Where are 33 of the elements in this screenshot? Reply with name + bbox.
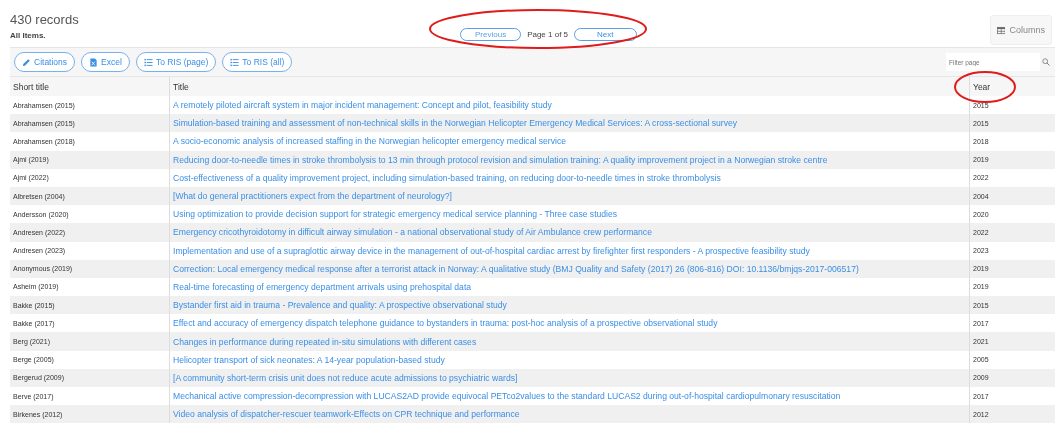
search-icon [1042, 58, 1050, 66]
title-link[interactable]: Correction: Local emergency medical response after a terrorist attack in Norway: A qualitative study (BMJ Quality and Safety (2017) 26 (806-816) DOI: 10.1136/bmjqs-2017-006517) [170, 259, 970, 278]
next-button[interactable]: Next [574, 28, 637, 41]
title-link[interactable]: Reducing door-to-needle times in stroke thrombolysis to 13 min through protocol revision and simulation training: A quality improvement project in a Norwegian stroke centre [170, 150, 970, 169]
export-button[interactable]: Excel [81, 52, 130, 72]
column-header[interactable]: Short title [10, 77, 170, 96]
title-link[interactable]: [What do general practitioners expect from the department of neurology?] [170, 186, 970, 206]
title-link[interactable]: Video analysis of dispatcher-rescuer teamwork-Effects on CPR technique and performance [170, 405, 970, 424]
spreadsheet-file-icon [89, 57, 99, 67]
export-button[interactable]: To RIS (all) [222, 52, 293, 72]
list-icon [143, 57, 153, 67]
columns-button[interactable]: Columns [990, 15, 1052, 45]
list-subtitle: All Items. [10, 31, 47, 40]
title-link[interactable]: Implementation and use of a supraglottic airway device in the management of out-of-hospital cardiac arrest by firefighter first responders - A prospective feasibility study [170, 241, 970, 260]
title-link[interactable]: Simulation-based training and assessment of non-technical skills in the Norwegian Helicopter Emergency Medical Services: A cross-sectional survey [170, 114, 970, 133]
title-link[interactable]: Bystander first aid in trauma - Prevalence and quality: A prospective observational study [170, 296, 970, 315]
export-button[interactable]: To RIS (page) [135, 52, 217, 72]
previous-button[interactable]: Previous [460, 28, 522, 41]
title-link[interactable]: Helicopter transport of sick neonates: A 14-year population-based study [170, 350, 970, 369]
table-icon [997, 25, 1006, 35]
record-count: 430 records [10, 12, 80, 27]
column-header[interactable]: Title [170, 77, 970, 96]
title-link[interactable]: Changes in performance during repeated in-situ simulations with different cases [170, 332, 970, 351]
column-header[interactable]: Year [970, 77, 1055, 96]
list-icon [230, 57, 240, 67]
title-link[interactable]: A socio-economic analysis of increased staffing in the Norwegian helicopter emergency medical service [170, 132, 970, 151]
page-info: Page 1 of 5 [527, 30, 569, 39]
export-button[interactable]: Citations [14, 52, 76, 72]
annotation-ellipse [953, 70, 1017, 104]
title-link[interactable]: Emergency cricothyroidotomy in difficult airway simulation - a national observational study of Air Ambulance crew performance [170, 223, 970, 242]
title-link[interactable]: [A community short-term crisis unit does not reduce acute admissions to psychiatric wards] [170, 368, 970, 387]
title-link[interactable]: Cost-effectiveness of a quality improvement project, including simulation-based training, on reducing door-to-needle times in stroke thrombolysis [170, 168, 970, 187]
pencil-icon [22, 57, 31, 67]
